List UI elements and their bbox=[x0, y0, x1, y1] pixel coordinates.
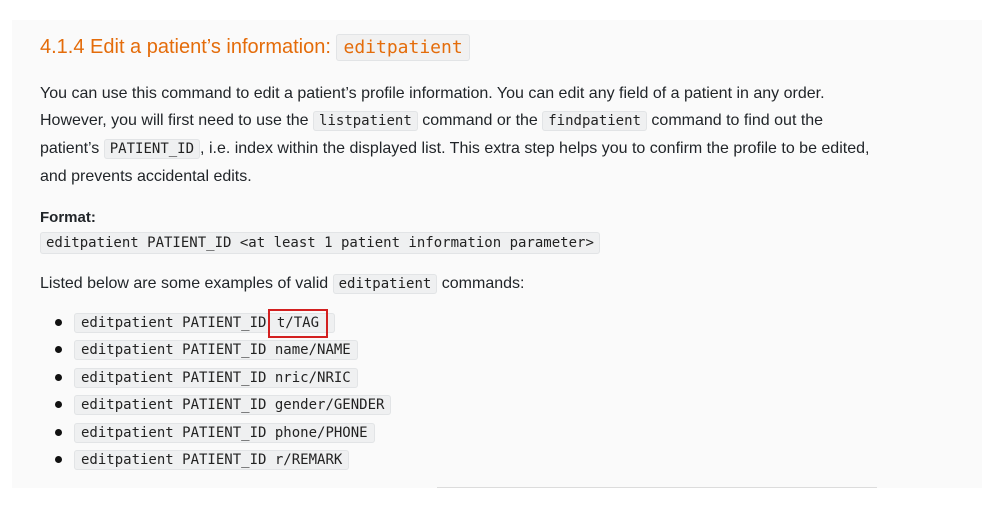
list-item: editpatient PATIENT_ID name/NAME bbox=[55, 336, 940, 363]
format-label: Format: bbox=[40, 209, 96, 226]
listpatient-code: listpatient bbox=[313, 111, 418, 131]
example-code-phone: editpatient PATIENT_ID phone/PHONE bbox=[74, 422, 375, 443]
examples-list: editpatient PATIENT_ID t/TAG editpatient… bbox=[40, 309, 940, 473]
examples-intro-code: editpatient bbox=[332, 274, 438, 294]
example-code-gender: editpatient PATIENT_ID gender/GENDER bbox=[74, 395, 392, 416]
format-code: editpatient PATIENT_ID <at least 1 patie… bbox=[40, 232, 600, 254]
section-heading: 4.1.4 Edit a patient’s information: edit… bbox=[40, 32, 940, 63]
bullet-icon bbox=[55, 319, 62, 326]
list-item: editpatient PATIENT_ID phone/PHONE bbox=[55, 419, 940, 446]
intro-paragraph: You can use this command to edit a patie… bbox=[40, 80, 880, 190]
horizontal-rule bbox=[437, 487, 877, 488]
bullet-icon bbox=[55, 401, 62, 409]
list-item: editpatient PATIENT_ID t/TAG bbox=[55, 309, 940, 338]
bullet-icon bbox=[55, 455, 62, 463]
examples-intro-after: commands: bbox=[437, 275, 525, 292]
example-prefix: editpatient PATIENT_ID bbox=[81, 451, 267, 468]
bullet-icon bbox=[55, 373, 62, 381]
example-code-remark: editpatient PATIENT_ID r/REMARK bbox=[74, 449, 350, 470]
example-param: gender/GENDER bbox=[274, 397, 385, 414]
section-heading-code: editpatient bbox=[336, 34, 470, 61]
section-content: 4.1.4 Edit a patient’s information: edit… bbox=[40, 32, 940, 473]
example-code-nric: editpatient PATIENT_ID nric/NRIC bbox=[74, 367, 358, 388]
example-prefix: editpatient PATIENT_ID bbox=[81, 369, 267, 386]
example-param: r/REMARK bbox=[274, 451, 343, 468]
examples-intro: Listed below are some examples of valid … bbox=[40, 272, 940, 296]
example-prefix: editpatient PATIENT_ID bbox=[81, 342, 267, 359]
example-param: name/NAME bbox=[274, 342, 351, 359]
format-line: editpatient PATIENT_ID <at least 1 patie… bbox=[40, 232, 940, 254]
example-param: nric/NRIC bbox=[274, 369, 351, 386]
list-item: editpatient PATIENT_ID r/REMARK bbox=[55, 446, 940, 473]
bullet-icon bbox=[55, 346, 62, 354]
patient-id-code: PATIENT_ID bbox=[103, 139, 201, 159]
example-prefix: editpatient PATIENT_ID bbox=[81, 397, 267, 414]
examples-intro-before: Listed below are some examples of valid bbox=[40, 275, 333, 292]
example-code-name: editpatient PATIENT_ID name/NAME bbox=[74, 340, 358, 361]
example-code-tag: editpatient PATIENT_ID t/TAG bbox=[74, 309, 336, 338]
findpatient-code: findpatient bbox=[542, 111, 647, 131]
list-item: editpatient PATIENT_ID nric/NRIC bbox=[55, 364, 940, 391]
example-prefix: editpatient PATIENT_ID bbox=[81, 315, 267, 331]
intro-text-2: command or the bbox=[417, 112, 543, 129]
bullet-icon bbox=[55, 428, 62, 436]
section-heading-text: 4.1.4 Edit a patient’s information: bbox=[40, 36, 331, 58]
example-param: phone/PHONE bbox=[274, 424, 368, 441]
example-prefix: editpatient PATIENT_ID bbox=[81, 424, 267, 441]
highlight-box: t/TAG bbox=[267, 309, 329, 338]
list-item: editpatient PATIENT_ID gender/GENDER bbox=[55, 391, 940, 418]
document-panel: 4.1.4 Edit a patient’s information: edit… bbox=[12, 20, 982, 488]
